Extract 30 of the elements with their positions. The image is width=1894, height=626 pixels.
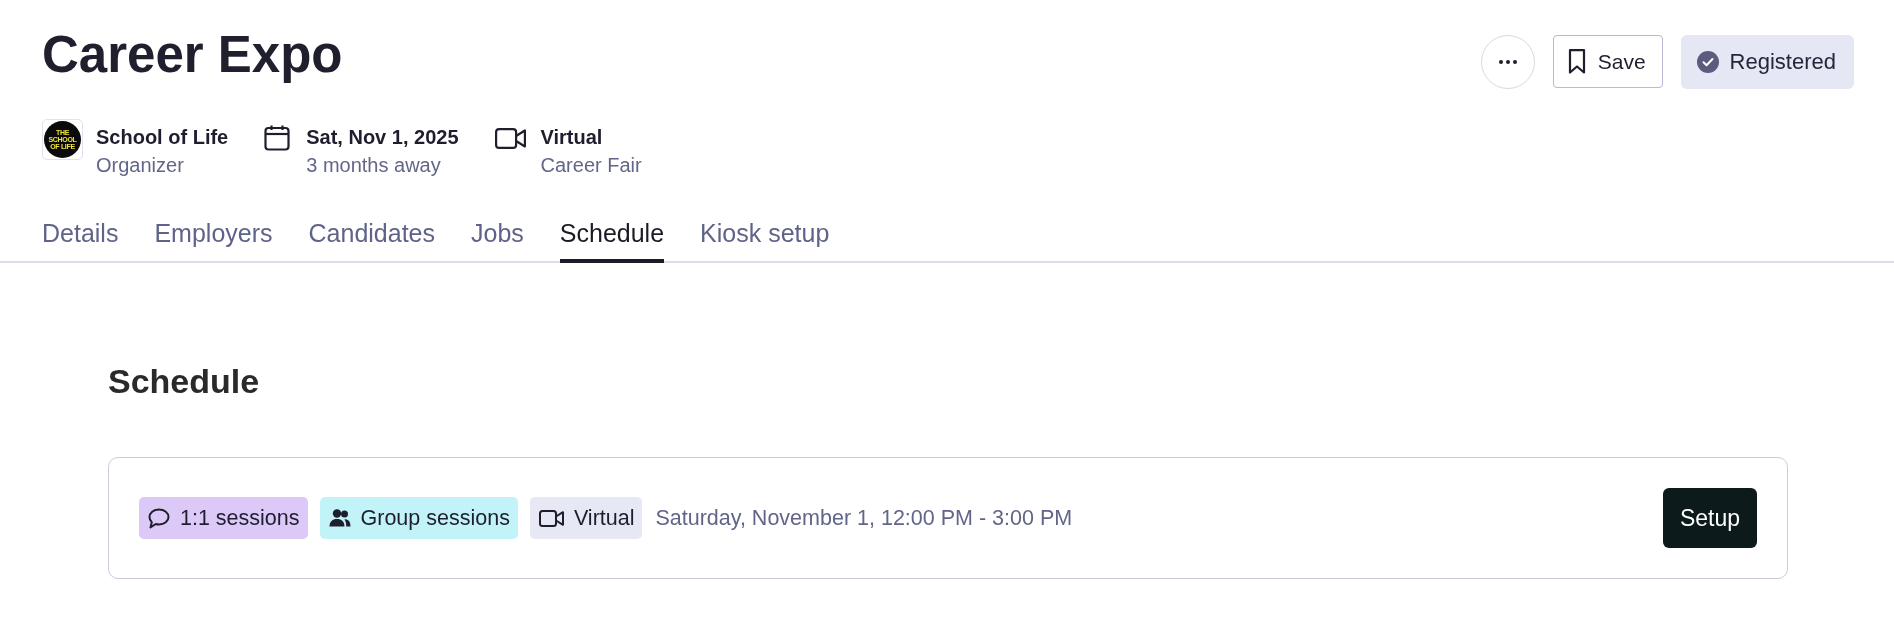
date-countdown: 3 months away: [306, 153, 441, 178]
save-button[interactable]: Save: [1552, 35, 1663, 88]
video-camera-icon: [538, 509, 564, 527]
registered-button[interactable]: Registered: [1680, 35, 1854, 89]
tab[interactable]: Candidates: [308, 218, 435, 263]
bookmark-icon: [1567, 49, 1586, 74]
event-title: Career Expo: [42, 25, 343, 85]
tab[interactable]: Kiosk setup: [700, 218, 830, 263]
event-date: Sat, Nov 1, 2025: [306, 125, 459, 150]
tag-label: 1:1 sessions: [180, 505, 300, 531]
video-camera-icon: [494, 128, 526, 149]
tag-label: Virtual: [573, 505, 635, 531]
section-heading: Schedule: [108, 361, 260, 402]
organizer-role: Organizer: [96, 153, 184, 178]
organizer-name: School of Life: [96, 125, 229, 150]
tab[interactable]: Details: [42, 218, 119, 263]
tab[interactable]: Employers: [154, 218, 273, 263]
more-icon: [1498, 60, 1517, 64]
tag-label: Group sessions: [360, 505, 510, 531]
more-options-button[interactable]: [1480, 35, 1535, 89]
calendar-icon: [264, 125, 291, 151]
tab[interactable]: Schedule: [559, 218, 665, 263]
event-type: Career Fair: [540, 153, 642, 178]
setup-button[interactable]: Setup: [1662, 488, 1757, 548]
tab[interactable]: Jobs: [471, 218, 524, 263]
event-format: Virtual: [540, 125, 603, 150]
check-circle-icon: [1696, 51, 1719, 73]
session-time: Saturday, November 1, 12:00 PM - 3:00 PM: [655, 505, 1073, 531]
speech-bubble-icon: [148, 507, 170, 529]
people-icon: [328, 509, 351, 527]
